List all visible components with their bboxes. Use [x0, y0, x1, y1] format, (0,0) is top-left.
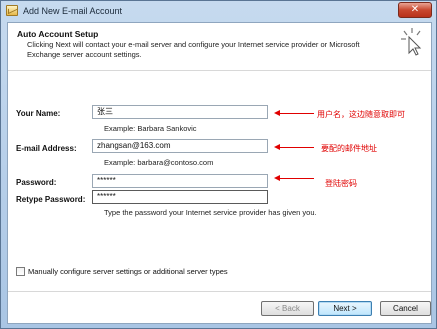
envelope-icon	[6, 5, 18, 16]
title-bar[interactable]: Add New E-mail Account ✕	[1, 1, 436, 21]
name-hint: Example: Barbara Sankovic	[104, 124, 197, 133]
button-bar: < Back Next > Cancel	[8, 291, 431, 323]
next-button[interactable]: Next >	[318, 301, 372, 316]
password-hint: Type the password your Internet service …	[104, 208, 317, 217]
email-hint: Example: barbara@contoso.com	[104, 158, 214, 167]
cancel-button[interactable]: Cancel	[380, 301, 431, 316]
email-annotation-arrow	[274, 142, 314, 152]
window-title: Add New E-mail Account	[23, 6, 123, 16]
name-field[interactable]: 张三	[92, 105, 268, 119]
account-form: Your Name: 张三 Example: Barbara Sankovic …	[8, 72, 431, 292]
retype-password-label: Retype Password:	[16, 195, 86, 204]
password-label: Password:	[16, 178, 57, 187]
wizard-header: Auto Account Setup Clicking Next will co…	[8, 23, 431, 71]
dialog-body: Auto Account Setup Clicking Next will co…	[7, 22, 432, 324]
retype-password-field[interactable]: ******	[92, 190, 268, 204]
back-button[interactable]: < Back	[261, 301, 314, 316]
name-annotation-arrow	[274, 108, 314, 118]
name-annotation: 用户名，这边随意取即可	[317, 110, 405, 119]
password-field[interactable]: ******	[92, 174, 268, 188]
manual-config-label[interactable]: Manually configure server settings or ad…	[28, 267, 228, 276]
name-label: Your Name:	[16, 109, 61, 118]
manual-config-checkbox[interactable]	[16, 267, 25, 276]
page-description: Clicking Next will contact your e-mail s…	[27, 40, 360, 59]
email-label: E-mail Address:	[16, 144, 77, 153]
password-annotation-arrow	[274, 173, 314, 183]
page-title: Auto Account Setup	[17, 29, 99, 39]
password-annotation: 登陆密码	[325, 179, 357, 188]
close-button[interactable]: ✕	[398, 2, 432, 18]
dialog-window: Add New E-mail Account ✕ Auto Account Se…	[0, 0, 437, 329]
email-annotation: 要配的邮件地址	[321, 144, 377, 153]
email-field[interactable]: zhangsan@163.com	[92, 139, 268, 153]
cursor-click-icon	[401, 28, 422, 56]
